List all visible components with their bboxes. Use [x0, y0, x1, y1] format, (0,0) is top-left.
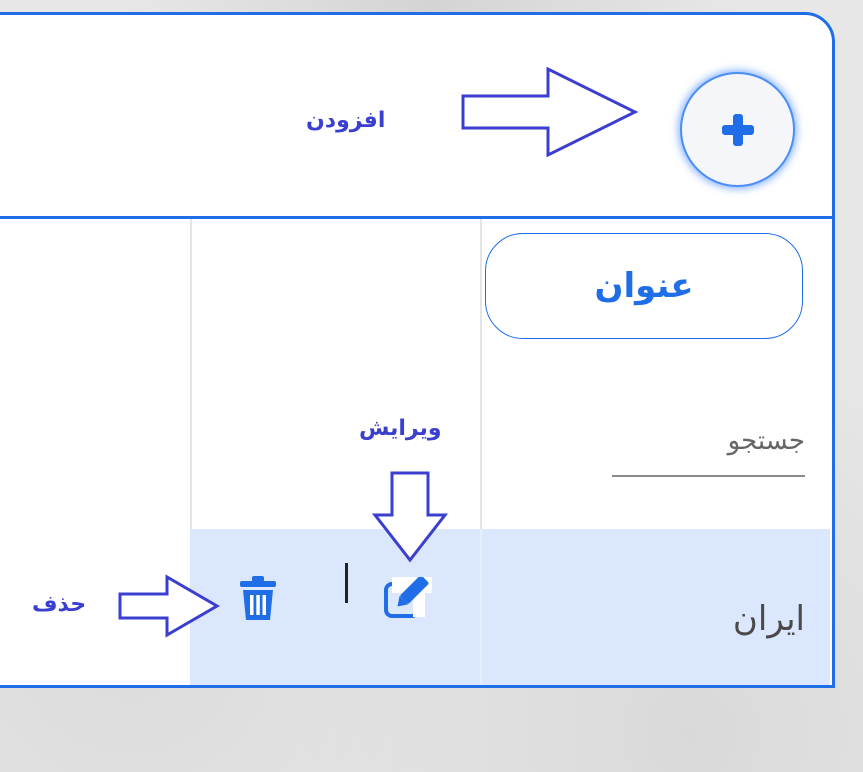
country-cell: ایران — [732, 599, 805, 639]
plus-icon — [721, 113, 754, 146]
trash-icon — [240, 576, 276, 620]
column-divider — [480, 219, 482, 529]
arrow-down-icon — [372, 471, 448, 563]
edit-button[interactable] — [378, 576, 438, 620]
arrow-right-icon — [461, 66, 638, 158]
table-row: ایران — [190, 529, 830, 685]
header-divider — [0, 216, 832, 219]
action-separator — [345, 563, 348, 603]
delete-button[interactable] — [232, 574, 284, 624]
column-header-title[interactable]: عنوان — [485, 233, 803, 339]
add-button[interactable] — [680, 72, 795, 187]
search-field — [612, 407, 805, 477]
annotation-delete-label: حذف — [32, 592, 87, 617]
annotation-add-label: افزودن — [306, 108, 386, 133]
arrow-right-icon — [118, 574, 220, 638]
column-divider — [190, 219, 192, 529]
search-input[interactable] — [612, 407, 805, 475]
pen-square-icon — [384, 577, 432, 618]
row-column-divider — [480, 529, 482, 685]
annotation-edit-label: ویرایش — [355, 416, 446, 441]
